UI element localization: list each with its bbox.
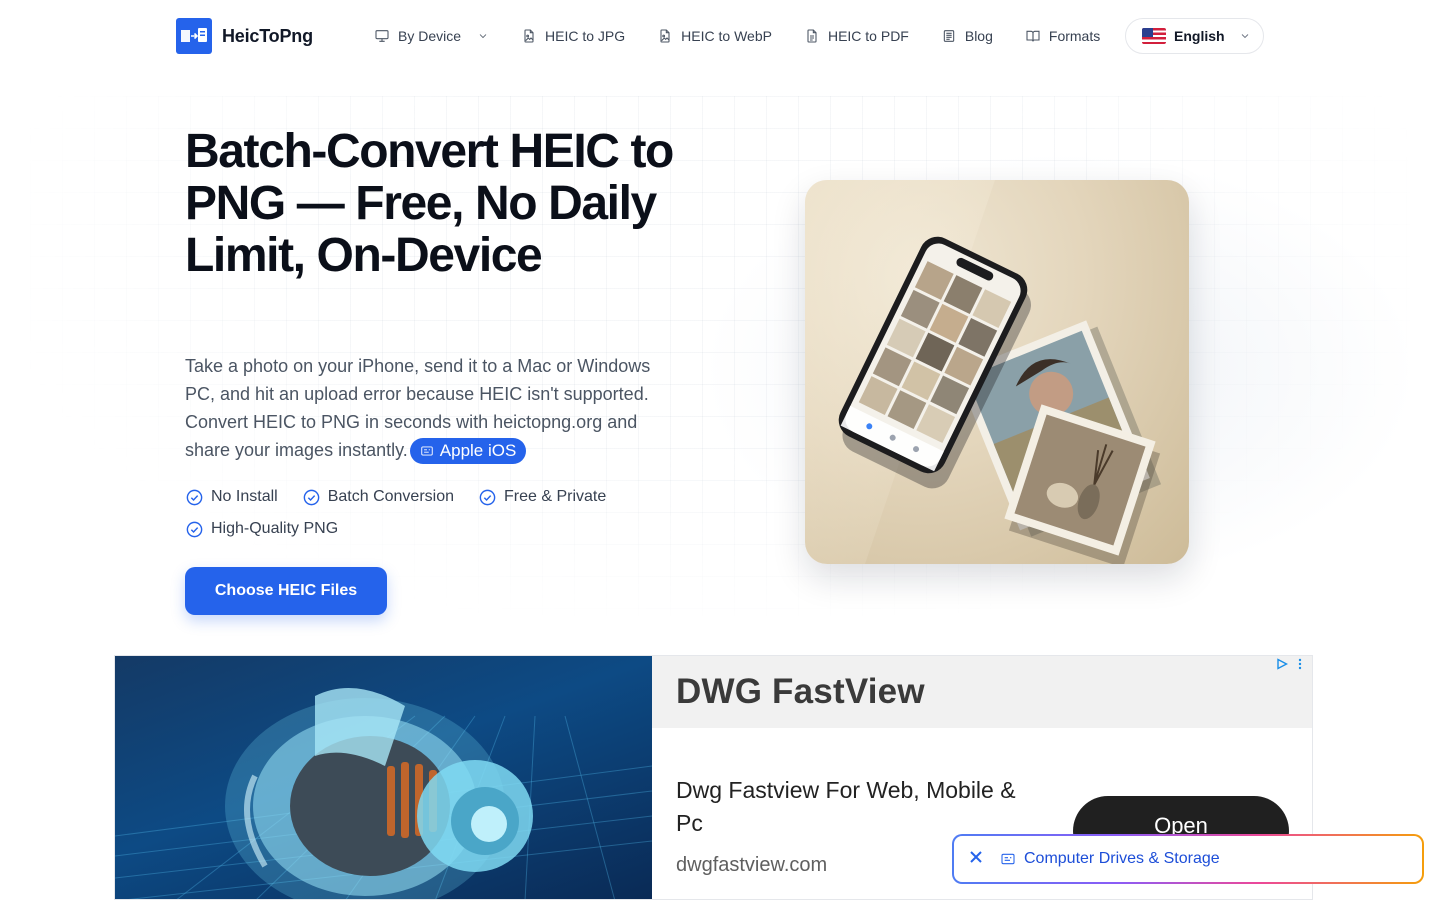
check-circle-icon: [186, 521, 203, 537]
ad-image: [115, 656, 652, 899]
apple-ios-chip[interactable]: Apple iOS: [409, 438, 527, 465]
book-open-icon: [1026, 30, 1040, 42]
feature-label: High-Quality PNG: [211, 520, 339, 537]
nav-item-blog[interactable]: Blog: [941, 28, 993, 44]
ad-description: Dwg Fastview For Web, Mobile & Pc: [676, 777, 1016, 836]
feature-item: Batch Conversion: [302, 486, 454, 508]
file-image-icon: [524, 29, 534, 43]
file-image-icon: [660, 29, 670, 43]
language-label: English: [1174, 28, 1225, 44]
feature-item: Free & Private: [478, 486, 606, 508]
id-card-icon: [421, 446, 433, 456]
hero-image: [805, 180, 1189, 564]
close-icon: [970, 850, 982, 863]
more-options-icon[interactable]: [1294, 658, 1306, 670]
floating-suggestion-inner: Computer Drives & Storage: [954, 836, 1422, 882]
logo-icon: [176, 18, 212, 54]
nav-item-label: Formats: [1048, 28, 1101, 44]
nav-item-heic-to-pdf[interactable]: HEIC to PDF: [804, 28, 909, 44]
ad-choices[interactable]: [1276, 658, 1306, 670]
nav-item-by-device[interactable]: By Device: [374, 28, 489, 44]
floating-suggestion-bar: Computer Drives & Storage: [952, 834, 1424, 884]
feature-item: High-Quality PNG: [185, 518, 338, 540]
top-navigation: HeicToPng By Device HEIC to JPG HEIC to …: [0, 0, 1440, 72]
check-circle-icon: [303, 489, 320, 505]
suggestion-label: Computer Drives & Storage: [1024, 850, 1220, 867]
brand-logo-link[interactable]: HeicToPng: [176, 18, 313, 54]
monitor-icon: [375, 30, 389, 42]
newspaper-icon: [943, 30, 955, 42]
page-title: Batch-Convert HEIC to PNG — Free, No Dai…: [185, 125, 674, 282]
nav-item-formats[interactable]: Formats: [1025, 28, 1100, 44]
us-flag-icon: [1142, 28, 1166, 44]
id-card-icon: [1001, 853, 1015, 865]
feature-list: No Install Batch Conversion Free & Priva…: [185, 486, 665, 540]
suggestion-link[interactable]: Computer Drives & Storage: [1000, 850, 1220, 868]
language-selector[interactable]: English: [1125, 18, 1264, 54]
nav-item-heic-to-jpg[interactable]: HEIC to JPG: [521, 28, 625, 44]
close-button[interactable]: [968, 849, 984, 870]
main-menu: By Device HEIC to JPG HEIC to WebP HEIC …: [374, 22, 1132, 50]
hero-description: Take a photo on your iPhone, send it to …: [185, 352, 675, 465]
feature-item: No Install: [185, 486, 278, 508]
nav-item-label: Blog: [964, 28, 993, 44]
chip-label: Apple iOS: [439, 441, 517, 461]
nav-item-label: HEIC to PDF: [827, 28, 909, 44]
file-text-icon: [807, 29, 817, 43]
chevron-down-icon: [479, 34, 487, 39]
ad-title: DWG FastView: [676, 672, 925, 711]
ad-url: dwgfastview.com: [676, 854, 828, 876]
nav-item-label: HEIC to JPG: [545, 28, 626, 44]
nav-item-label: By Device: [398, 28, 462, 44]
feature-label: Batch Conversion: [327, 488, 454, 505]
brand-name: HeicToPng: [222, 25, 313, 46]
chevron-down-icon: [1241, 34, 1248, 39]
check-circle-icon: [479, 489, 496, 505]
ad-choices-play-icon[interactable]: [1276, 658, 1288, 670]
nav-item-label: HEIC to WebP: [681, 28, 772, 44]
nav-item-heic-to-webp[interactable]: HEIC to WebP: [657, 28, 772, 44]
feature-label: Free & Private: [504, 488, 607, 505]
check-circle-icon: [186, 489, 203, 505]
ad-header: DWG FastView: [652, 656, 1312, 728]
feature-label: No Install: [211, 488, 278, 505]
choose-heic-files-button[interactable]: Choose HEIC Files: [185, 567, 387, 615]
